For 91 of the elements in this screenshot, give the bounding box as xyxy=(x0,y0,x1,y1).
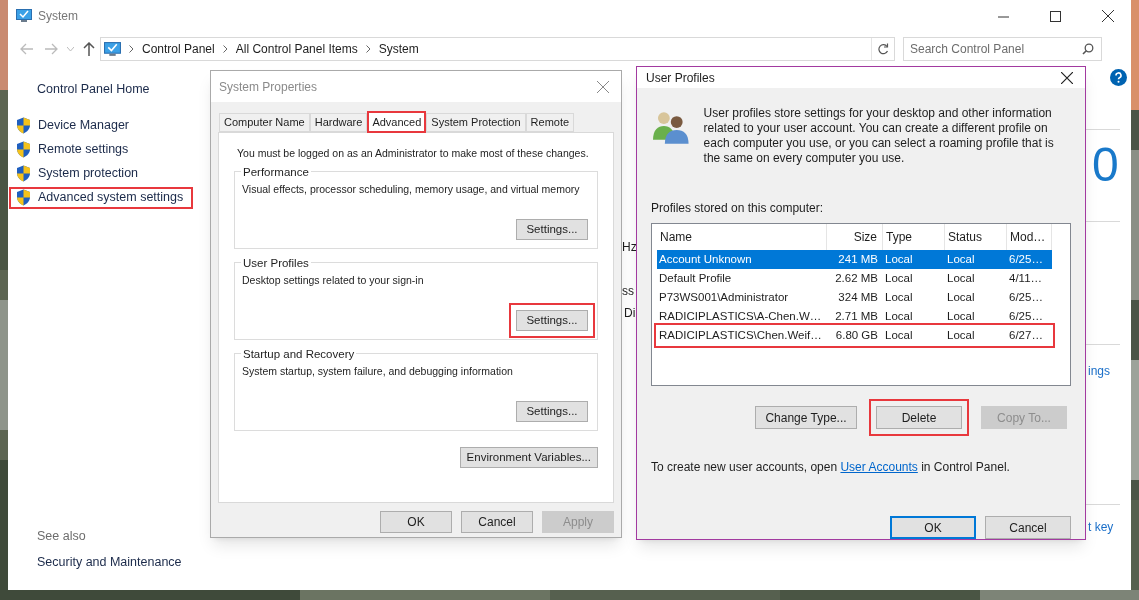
monitor-icon xyxy=(16,9,32,23)
monitor-icon xyxy=(104,41,121,57)
group-description: System startup, system failure, and debugging information xyxy=(242,363,513,379)
users-icon xyxy=(653,110,689,144)
shield-icon xyxy=(16,141,31,159)
table-cell-text: 4/11… xyxy=(1008,270,1044,286)
window-title: System xyxy=(38,8,78,25)
table-cell-text: 2.62 MB xyxy=(834,270,879,286)
help-icon[interactable] xyxy=(1110,69,1127,86)
table-cell-text: Local xyxy=(884,327,914,343)
group-description: Visual effects, processor scheduling, memory usage, and virtual memory xyxy=(242,181,580,197)
partial-text: ss xyxy=(622,283,634,300)
dialog-title: System Properties xyxy=(219,78,319,96)
tab[interactable]: Remote xyxy=(525,113,575,132)
chevron-right-icon xyxy=(222,45,228,53)
refresh-icon[interactable] xyxy=(877,43,889,55)
table-cell-text: 6/27… xyxy=(1008,327,1044,343)
table-cell-text: Local xyxy=(946,327,976,343)
action-button[interactable]: Change Type... xyxy=(755,406,857,429)
chevron-right-icon xyxy=(129,45,134,53)
list-row[interactable]: P73WS001\Administrator 324 MB Local Local 6/25… xyxy=(657,288,1052,307)
partial-text: Hz xyxy=(622,239,637,256)
tab[interactable]: Advanced xyxy=(367,111,427,133)
dialog-title: User Profiles xyxy=(646,69,716,87)
table-cell-text: Account Unknown xyxy=(658,251,753,267)
up-arrow-icon[interactable] xyxy=(83,42,95,56)
table-cell-text: Local xyxy=(946,308,976,324)
close-icon[interactable] xyxy=(1061,71,1073,84)
breadcrumb-item[interactable]: System xyxy=(378,40,419,58)
dialog-button[interactable]: OK xyxy=(890,516,976,539)
breadcrumb-item[interactable]: All Control Panel Items xyxy=(235,40,358,58)
table-cell-text: 6/25… xyxy=(1008,289,1044,305)
sidebar-link[interactable]: Control Panel Home xyxy=(37,80,150,99)
search-field[interactable]: Search Control Panel xyxy=(903,37,1102,61)
partial-text: Di xyxy=(624,305,636,322)
list-row[interactable]: RADICIPLASTICS\Chen.Weif… 6.80 GB Local Local 6/27… xyxy=(657,326,1052,345)
table-cell-text: Local xyxy=(884,308,914,324)
table-cell-text: 241 MB xyxy=(837,251,879,267)
partial-link[interactable]: ings xyxy=(1088,362,1110,380)
list-row[interactable]: Default Profile 2.62 MB Local Local 4/11… xyxy=(657,269,1052,288)
close-icon[interactable] xyxy=(1102,10,1114,22)
table-cell-text: Local xyxy=(884,289,914,305)
table-cell-text: 324 MB xyxy=(837,289,879,305)
table-cell-text: Default Profile xyxy=(658,270,733,286)
table-cell-text: 6/25… xyxy=(1008,251,1044,267)
tab[interactable]: Hardware xyxy=(309,113,368,132)
notice-text: You must be logged on as an Administrator to make most of these changes. xyxy=(237,146,590,161)
footer-text: To create new user accounts, open User Accounts in Control Panel. xyxy=(651,459,1011,476)
table-cell-text: RADICIPLASTICS\A-Chen.W… xyxy=(658,308,823,324)
dialog-button[interactable]: Cancel xyxy=(461,511,533,533)
maximize-icon[interactable] xyxy=(1050,10,1061,22)
dialog-button[interactable]: Cancel xyxy=(985,516,1071,539)
list-label: Profiles stored on this computer: xyxy=(651,200,825,217)
address-bar[interactable]: Control Panel All Control Panel Items System xyxy=(100,37,895,61)
action-button[interactable]: Delete xyxy=(876,406,962,429)
table-cell-text: 2.71 MB xyxy=(834,308,879,324)
breadcrumb-item[interactable]: Control Panel xyxy=(142,40,215,58)
list-row[interactable]: Account Unknown 241 MB Local Local 6/25… xyxy=(657,250,1052,269)
sidebar-item[interactable]: Advanced system settings xyxy=(9,186,194,209)
group-description: Desktop settings related to your sign-in xyxy=(242,272,424,288)
table-cell-text: Local xyxy=(946,289,976,305)
settings-button[interactable]: Settings... xyxy=(516,309,588,331)
sidebar-item[interactable]: Device Manager xyxy=(9,114,139,137)
partial-link[interactable]: t key xyxy=(1088,518,1114,536)
table-cell-text: Local xyxy=(884,270,914,286)
list-row[interactable]: RADICIPLASTICS\A-Chen.W… 2.71 MB Local Local 6/25… xyxy=(657,307,1052,326)
sidebar-link[interactable]: Security and Maintenance xyxy=(37,553,182,572)
settings-button[interactable]: Settings... xyxy=(516,400,588,422)
chevron-right-icon xyxy=(365,45,371,53)
tab[interactable]: Computer Name xyxy=(219,113,310,132)
shield-icon xyxy=(16,117,31,135)
section-label: See also xyxy=(37,527,86,545)
tab[interactable]: System Protection xyxy=(426,113,526,132)
table-cell-text: Local xyxy=(884,251,914,267)
table-cell-text: 6/25… xyxy=(1008,308,1044,324)
table-cell-text: RADICIPLASTICS\Chen.Weif… xyxy=(658,327,823,343)
table-cell-text: P73WS001\Administrator xyxy=(658,289,790,305)
table-cell-text: 6.80 GB xyxy=(834,327,879,343)
search-icon xyxy=(1082,43,1094,55)
shield-icon xyxy=(16,189,31,207)
shield-icon xyxy=(16,165,31,183)
user-accounts-link[interactable]: User Accounts xyxy=(840,460,918,474)
table-cell-text: Local xyxy=(946,270,976,286)
dialog-button[interactable]: OK xyxy=(380,511,452,533)
sidebar-item[interactable]: System protection xyxy=(9,162,149,185)
environment-variables-button[interactable]: Environment Variables... xyxy=(459,446,598,468)
partial-number: 0 xyxy=(1092,141,1119,189)
sidebar-item[interactable]: Remote settings xyxy=(9,138,139,161)
table-cell-text: Local xyxy=(946,251,976,267)
settings-button[interactable]: Settings... xyxy=(516,218,588,240)
description-text: User profiles store settings for your desktop and other information related to your user account. You can create a different profile on each computer you use, or you can select a roaming profile that is the same on every computer you use. xyxy=(703,106,1055,166)
